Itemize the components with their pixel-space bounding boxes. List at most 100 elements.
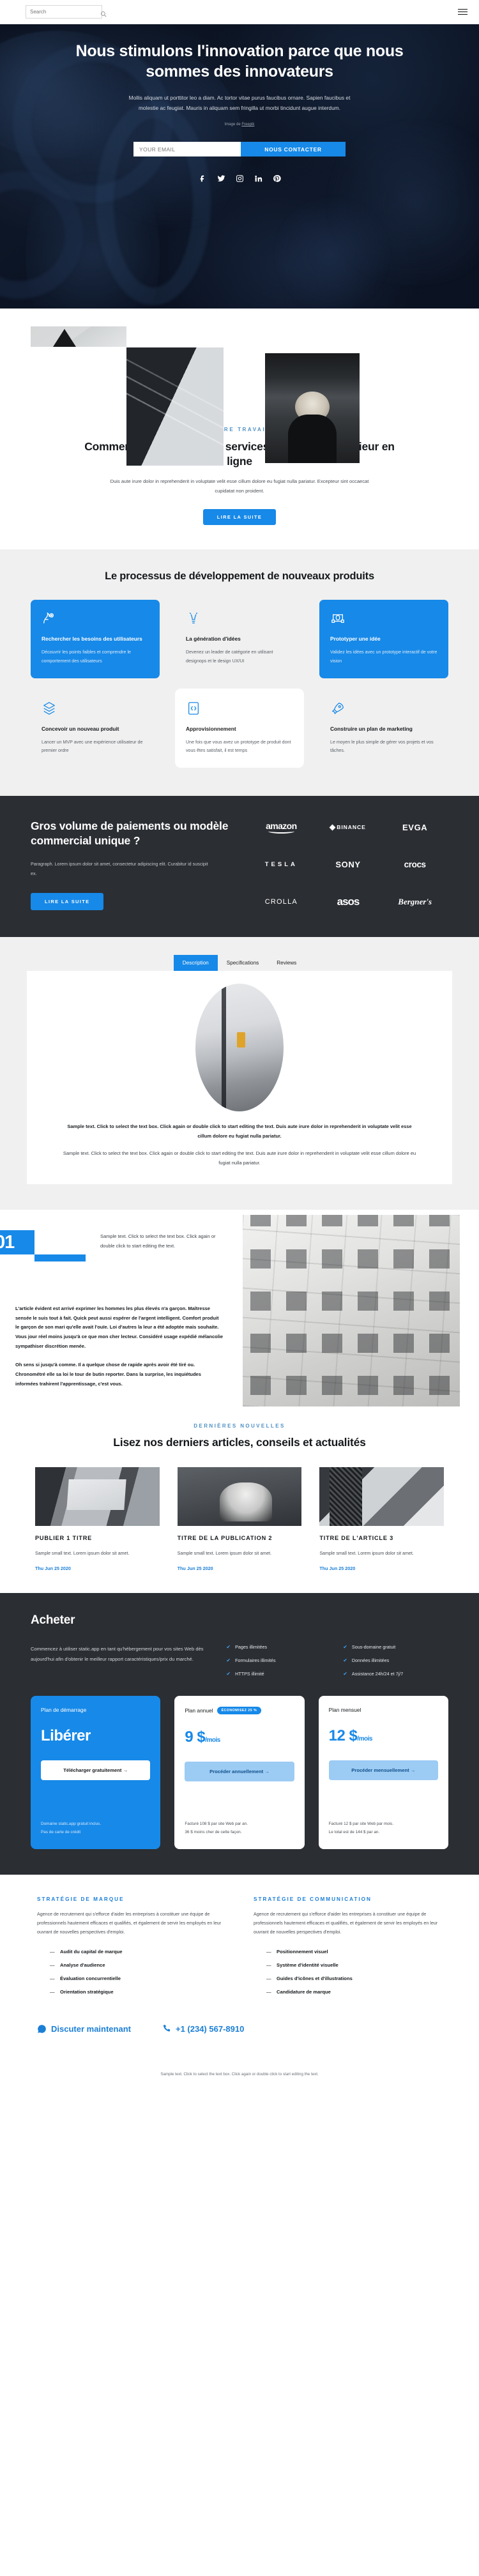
pinterest-icon[interactable]: [273, 174, 281, 183]
work-title: Comment fonctionnent les services de des…: [84, 440, 395, 468]
process-card-title: La génération d'idées: [186, 636, 241, 643]
process-card[interactable]: Construire un plan de marketing Le moyen…: [319, 689, 448, 768]
strategy-column-title: STRATÉGIE DE COMMUNICATION: [254, 1896, 372, 1903]
hero-section: Nous stimulons l'innovation parce que no…: [0, 24, 479, 309]
tab-reviews[interactable]: Reviews: [268, 955, 305, 971]
brands-read-more-button[interactable]: LIRE LA SUITE: [31, 893, 104, 911]
news-card[interactable]: PUBLIER 1 TITRE Sample small text. Lorem…: [35, 1467, 160, 1571]
phone-label: +1 (234) 567-8910: [175, 2023, 245, 2034]
search-box[interactable]: [26, 5, 107, 19]
news-title: Lisez nos derniers articles, conseils et…: [113, 1436, 366, 1449]
process-card[interactable]: Prototyper une idée Validez les idées av…: [319, 600, 448, 678]
news-card[interactable]: TITRE DE L'ARTICLE 3 Sample small text. …: [319, 1467, 444, 1571]
plan-price-amount: 12 $: [328, 1727, 358, 1745]
number-badge-bar: [34, 1254, 86, 1262]
strategy-column-title: STRATÉGIE DE MARQUE: [37, 1896, 125, 1903]
hero-credit-prefix: Image de: [224, 123, 242, 127]
work-lead: Duis aute irure dolor in reprehenderit i…: [110, 478, 369, 494]
work-read-more-button[interactable]: LIRE LA SUITE: [202, 508, 277, 525]
process-section: Le processus de développement de nouveau…: [0, 549, 479, 796]
news-card[interactable]: TITRE DE LA PUBLICATION 2 Sample small t…: [177, 1467, 302, 1572]
tab-panel-description: Sample text. Click to select the text bo…: [27, 971, 452, 1185]
crolla-logo: CROLLA: [264, 897, 298, 906]
process-card-text: Le moyen le plus simple de gérer vos pro…: [330, 739, 434, 753]
brands-logo-grid: amazon BINANCE EVGA TESLA SONY crocs CRO…: [248, 819, 448, 910]
plan-name-label: Plan annuel: [185, 1707, 213, 1714]
process-card-title: Concevoir un nouveau produit: [42, 725, 119, 732]
news-card-date: Thu Jun 25 2020: [319, 1566, 356, 1572]
hero-title: Nous stimulons l'innovation parce que no…: [75, 42, 404, 80]
contact-section: Discuter maintenant +1 (234) 567-8910: [0, 2020, 479, 2034]
check-icon: ✔: [343, 1644, 347, 1650]
chat-now-link[interactable]: Discuter maintenant: [37, 2024, 131, 2034]
hero-credit-link[interactable]: Freepik: [241, 123, 254, 126]
twitter-icon[interactable]: [217, 174, 225, 183]
strategy-column-text: Agence de recrutement qui s'efforce d'ai…: [37, 1912, 222, 1935]
email-field[interactable]: [133, 142, 241, 157]
news-eyebrow: DERNIÈRES NOUVELLES: [194, 1423, 285, 1429]
code-icon: [186, 701, 293, 717]
strategy-list-item: Audit du capital de marque: [50, 1949, 225, 1955]
plan-download-free-button[interactable]: Télécharger gratuitement →: [41, 1760, 151, 1781]
process-card[interactable]: Rechercher les besoins des utilisateurs …: [31, 600, 160, 678]
plan-proceed-annually-button[interactable]: Procéder annuellement →: [185, 1762, 294, 1782]
process-card[interactable]: Approvisionnement Une fois que vous avez…: [175, 688, 304, 768]
chat-icon: [38, 2025, 46, 2033]
plan-name: Plan de démarrage: [41, 1707, 87, 1714]
evga-logo: EVGA: [402, 822, 428, 832]
user-research-icon: [42, 611, 149, 627]
hamburger-menu-icon[interactable]: [458, 8, 468, 15]
facebook-icon[interactable]: [199, 174, 207, 183]
check-icon: ✔: [343, 1658, 347, 1664]
feature-label: Formulaires illimités: [235, 1658, 276, 1664]
instagram-icon[interactable]: [236, 174, 244, 183]
plan-proceed-monthly-button[interactable]: Procéder mensuellement →: [328, 1760, 438, 1781]
strategy-list-item: Positionnement visuel: [266, 1949, 442, 1955]
rocket-icon: [330, 701, 437, 717]
tab-specifications[interactable]: Specifications: [218, 955, 268, 971]
hero-image-credit: Image de Freepik: [0, 123, 479, 126]
plan-note: Facturé 12 $ par site Web par mois. Le t…: [328, 1822, 394, 1834]
phone-icon: [163, 2025, 171, 2032]
feature-item: ✔ Données illimitées: [343, 1658, 448, 1663]
linkedin-icon[interactable]: [254, 174, 262, 183]
news-grid: PUBLIER 1 TITRE Sample small text. Lorem…: [35, 1467, 444, 1571]
collage-image-3: [265, 353, 360, 463]
number-badge-label: 01: [0, 1232, 15, 1253]
prototype-icon: [330, 611, 437, 627]
strategy-column-list: Audit du capital de marque Analyse d'aud…: [37, 1949, 225, 1995]
feature-item: ✔ Sous-domaine gratuit: [343, 1644, 448, 1650]
process-card-text: Découvrir les points faibles et comprend…: [42, 650, 131, 664]
phone-link[interactable]: +1 (234) 567-8910: [162, 2024, 244, 2034]
feature-label: Pages illimitées: [235, 1644, 268, 1650]
pricing-plan-starter: Plan de démarrage Libérer Télécharger gr…: [31, 1696, 161, 1850]
pricing-feature-list: ✔ Pages illimitées ✔ Sous-domaine gratui…: [226, 1644, 448, 1677]
strategy-list-item: Système d'identité visuelle: [266, 1962, 442, 1968]
tab-panel-image: [195, 984, 284, 1112]
hero-decoration-blob: [268, 190, 396, 309]
process-cards-row-1: Rechercher les besoins des utilisateurs …: [31, 600, 448, 678]
process-card-text: Devenez un leader de catégorie en utilis…: [186, 650, 273, 664]
our-work-section: NOTRE TRAVAIL Comment fonctionnent les s…: [0, 309, 479, 549]
strategy-section: STRATÉGIE DE MARQUE Agence de recrutemen…: [0, 1875, 479, 2020]
pricing-intro-row: Commencez à utiliser static.app en tant …: [31, 1644, 448, 1677]
pricing-plan-monthly: Plan mensuel 12 $/mois Procéder mensuell…: [318, 1696, 448, 1850]
numbered-feature-paragraph-1: L'article évident est arrivé exprimer le…: [15, 1306, 224, 1349]
process-card-text: Lancer un MVP avec une expérience utilis…: [42, 739, 143, 753]
social-links: [0, 174, 479, 183]
process-card[interactable]: Concevoir un nouveau produit Lancer un M…: [31, 689, 160, 768]
strategy-list-item: Analyse d'audience: [50, 1962, 225, 1968]
brands-paragraph: Paragraph. Lorem ipsum dolor sit amet, c…: [31, 860, 208, 877]
search-icon[interactable]: [100, 9, 107, 17]
check-icon: ✔: [343, 1671, 347, 1677]
process-card[interactable]: La génération d'idées Devenez un leader …: [175, 600, 304, 678]
numbered-feature-section: 01 Sample text. Click to select the text…: [0, 1210, 479, 1412]
tab-bar: Description Specifications Reviews: [27, 955, 452, 972]
process-title: Le processus de développement de nouveau…: [105, 570, 374, 582]
tab-description[interactable]: Description: [173, 955, 218, 972]
search-input[interactable]: [30, 9, 100, 15]
plan-name: Plan annuel ÉCONOMISEZ 25 %: [185, 1707, 294, 1715]
lightbulb-icon: [186, 611, 293, 627]
contact-submit-button[interactable]: NOUS CONTACTER: [241, 142, 346, 157]
news-card-date: Thu Jun 25 2020: [177, 1566, 213, 1572]
